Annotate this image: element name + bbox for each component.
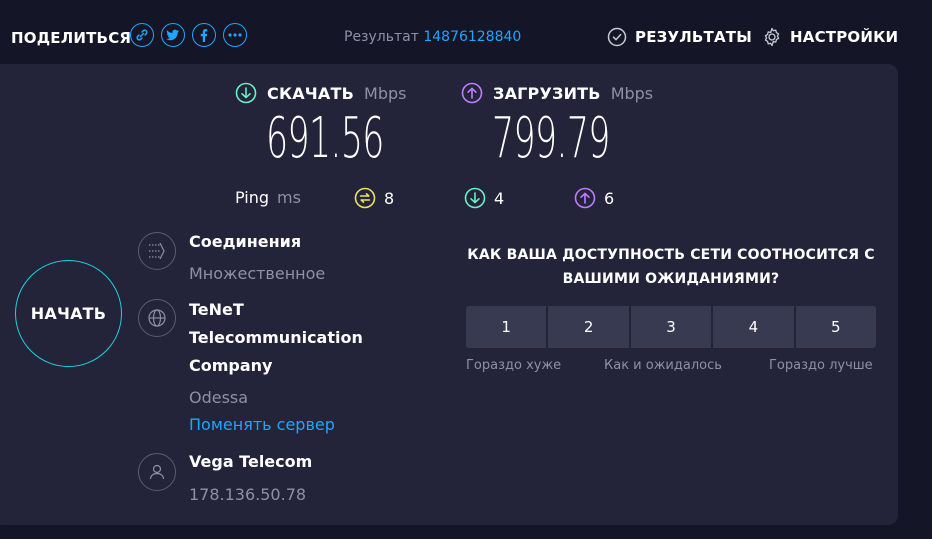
twitter-icon[interactable] (161, 23, 185, 47)
ping-download-icon (464, 187, 486, 209)
check-circle-icon (607, 27, 627, 47)
facebook-icon[interactable] (192, 23, 216, 47)
share-icons (130, 23, 247, 47)
download-header: СКАЧАТЬ Mbps (235, 82, 406, 104)
rating-option-4[interactable]: 4 (713, 306, 794, 348)
survey-question-line2: ВАШИМИ ОЖИДАНИЯМИ? (562, 271, 780, 287)
rating-option-2[interactable]: 2 (548, 306, 629, 348)
server-name-line2: Telecommunication (189, 328, 363, 347)
server-city: Odessa (189, 388, 249, 407)
download-arrow-icon (235, 82, 257, 104)
rating-scale: 1 2 3 4 5 (466, 306, 877, 348)
ping-upload-icon (574, 187, 596, 209)
result-id-link[interactable]: 14876128840 (423, 29, 521, 45)
change-server-link[interactable]: Поменять сервер (189, 415, 335, 434)
settings-link[interactable]: НАСТРОЙКИ (762, 27, 898, 47)
rating-option-1[interactable]: 1 (466, 306, 547, 348)
settings-link-label: НАСТРОЙКИ (790, 28, 899, 46)
rating-label-high: Гораздо лучше (769, 358, 873, 373)
share-label: ПОДЕЛИТЬСЯ (11, 29, 132, 47)
server-name-line3: Company (189, 356, 273, 375)
rating-label-mid: Как и ожидалось (604, 358, 722, 373)
ping-idle-value: 8 (384, 188, 395, 208)
connections-title: Соединения (189, 232, 302, 251)
ping-upload: 6 (574, 187, 614, 209)
survey-question-line1: КАК ВАША ДОСТУПНОСТЬ СЕТИ СООТНОСИТСЯ С (467, 247, 875, 263)
provider-ip: 178.136.50.78 (189, 485, 307, 504)
ping-label-group: Ping ms (235, 188, 301, 207)
rating-label-low: Гораздо хуже (466, 358, 562, 373)
upload-label: ЗАГРУЗИТЬ (493, 83, 601, 103)
result-info: Результат 14876128840 (344, 29, 521, 45)
download-speed-value: 691.56 (266, 106, 384, 171)
start-button-label: НАЧАТЬ (30, 304, 107, 323)
download-unit: Mbps (364, 83, 407, 103)
server-name: TeNeT Telecommunication Company (189, 296, 363, 380)
globe-icon (138, 299, 176, 337)
ping-unit: ms (277, 188, 301, 207)
connections-icon (138, 232, 176, 270)
more-icon[interactable] (223, 23, 247, 47)
results-link[interactable]: РЕЗУЛЬТАТЫ (607, 27, 752, 47)
upload-unit: Mbps (610, 83, 654, 103)
results-panel (0, 64, 898, 525)
download-label: СКАЧАТЬ (267, 83, 355, 103)
rating-option-3[interactable]: 3 (630, 306, 712, 348)
upload-speed-value: 799.79 (492, 106, 610, 171)
results-link-label: РЕЗУЛЬТАТЫ (635, 28, 752, 46)
ping-download-value: 4 (494, 188, 505, 208)
link-icon[interactable] (130, 23, 154, 47)
gear-icon (764, 27, 780, 47)
start-button[interactable]: НАЧАТЬ (15, 260, 122, 367)
ping-idle: 8 (354, 187, 394, 209)
result-label: Результат (344, 29, 419, 45)
provider-name: Vega Telecom (189, 452, 313, 471)
top-bar: ПОДЕЛИТЬСЯ Результат 14876128840 РЕЗУЛЬТ… (0, 0, 932, 64)
upload-arrow-icon (461, 82, 483, 104)
survey-question: КАК ВАША ДОСТУПНОСТЬ СЕТИ СООТНОСИТСЯ С … (462, 243, 880, 291)
server-name-line1: TeNeT (189, 300, 244, 319)
ping-idle-icon (354, 187, 376, 209)
connections-mode: Множественное (189, 264, 326, 283)
ping-download: 4 (464, 187, 504, 209)
rating-option-5[interactable]: 5 (795, 306, 877, 348)
upload-header: ЗАГРУЗИТЬ Mbps (461, 82, 653, 104)
ping-label: Ping (235, 188, 270, 207)
user-icon (138, 453, 176, 491)
ping-upload-value: 6 (604, 188, 615, 208)
